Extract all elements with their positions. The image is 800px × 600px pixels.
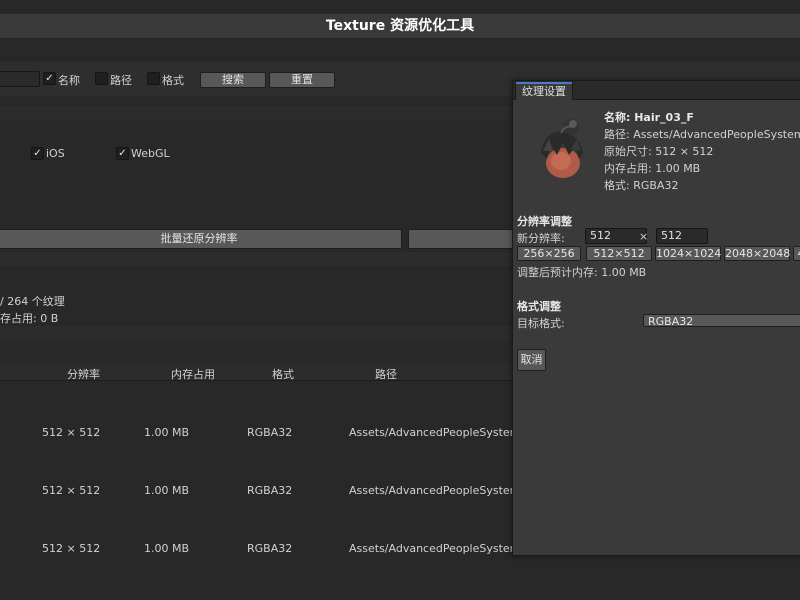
row-resolution: 512 × 512 (42, 426, 101, 439)
resolution-height-input[interactable]: 512 (656, 228, 708, 244)
texture-name: 名称: Hair_03_F (604, 111, 694, 124)
search-option-format-label: 格式 (162, 74, 184, 87)
row-format: RGBA32 (247, 484, 293, 497)
texture-path: 路径: Assets/AdvancedPeopleSystem2/Sp (604, 128, 800, 141)
row-format: RGBA32 (247, 426, 293, 439)
row-format: RGBA32 (247, 542, 293, 555)
preset-256-button[interactable]: 256×256 (517, 246, 581, 261)
resolution-width-input[interactable]: 512 (585, 228, 647, 244)
tab-texture-settings[interactable]: 纹理设置 (515, 82, 573, 100)
preset-4096-button[interactable]: 4 (793, 246, 800, 261)
preset-512-button[interactable]: 512×512 (586, 246, 652, 261)
row-path: Assets/AdvancedPeopleSystem2/ (349, 484, 532, 497)
platform-webgl-checkbox[interactable]: ✓ (116, 147, 129, 160)
column-format[interactable]: 格式 (272, 366, 294, 382)
target-format-label: 目标格式: (517, 317, 565, 330)
table-header: 分辨率 内存占用 格式 路径 (0, 364, 512, 381)
preset-2048-button[interactable]: 2048×2048 (724, 246, 790, 261)
texture-memory: 内存占用: 1.00 MB (604, 162, 701, 175)
table-row[interactable]: 512 × 512 1.00 MB RGBA32 Assets/Advanced… (0, 461, 531, 519)
row-memory: 1.00 MB (144, 426, 190, 439)
table-row[interactable]: 512 × 512 1.00 MB RGBA32 Assets/Advanced… (0, 403, 531, 461)
preset-1024-button[interactable]: 1024×1024 (655, 246, 721, 261)
search-button[interactable]: 搜索 (200, 72, 266, 88)
texture-settings-popup: 纹理设置 名称: Hair_03_F 路径: Assets/AdvancedPe… (512, 80, 800, 556)
batch-action-button[interactable] (408, 229, 520, 249)
memory-usage: 存占用: 0 B (0, 312, 59, 325)
hair-preview-icon (531, 115, 591, 181)
search-option-name-checkbox[interactable]: ✓ (43, 72, 56, 85)
table-row[interactable]: 512 × 512 1.00 MB RGBA32 Assets/Advanced… (0, 519, 531, 577)
popup-tab-bar: 纹理设置 (513, 81, 800, 100)
resolution-times: × (639, 230, 649, 243)
target-format-dropdown[interactable]: RGBA32 (643, 314, 800, 328)
new-resolution-label: 新分辨率: (517, 232, 565, 245)
platform-ios-checkbox[interactable]: ✓ (31, 147, 44, 160)
row-path: Assets/AdvancedPeopleSystem2/ (349, 426, 532, 439)
row-resolution: 512 × 512 (42, 542, 101, 555)
column-path[interactable]: 路径 (375, 366, 397, 382)
search-option-name-label: 名称 (58, 74, 80, 87)
row-memory: 1.00 MB (144, 484, 190, 497)
column-resolution[interactable]: 分辨率 (67, 366, 100, 382)
column-memory[interactable]: 内存占用 (171, 366, 215, 382)
texture-original-size: 原始尺寸: 512 × 512 (604, 145, 714, 158)
texture-count: / 264 个纹理 (0, 295, 65, 308)
platform-webgl-label: WebGL (131, 147, 170, 160)
row-resolution: 512 × 512 (42, 484, 101, 497)
estimated-memory: 调整后预计内存: 1.00 MB (517, 266, 647, 279)
format-section-title: 格式调整 (517, 300, 561, 313)
resolution-section-title: 分辨率调整 (517, 215, 572, 228)
search-option-path-checkbox[interactable] (95, 72, 108, 85)
texture-format: 格式: RGBA32 (604, 179, 679, 192)
row-memory: 1.00 MB (144, 542, 190, 555)
window-title: Texture 资源优化工具 (0, 14, 800, 38)
cancel-button[interactable]: 取消 (517, 349, 546, 371)
row-path: Assets/AdvancedPeopleSystem2/ (349, 542, 532, 555)
search-input[interactable] (0, 71, 40, 87)
reset-button[interactable]: 重置 (269, 72, 335, 88)
batch-restore-button[interactable]: 批量还原分辨率 (0, 229, 402, 249)
search-option-path-label: 路径 (110, 74, 132, 87)
platform-ios-label: iOS (46, 147, 65, 160)
search-option-format-checkbox[interactable] (147, 72, 160, 85)
